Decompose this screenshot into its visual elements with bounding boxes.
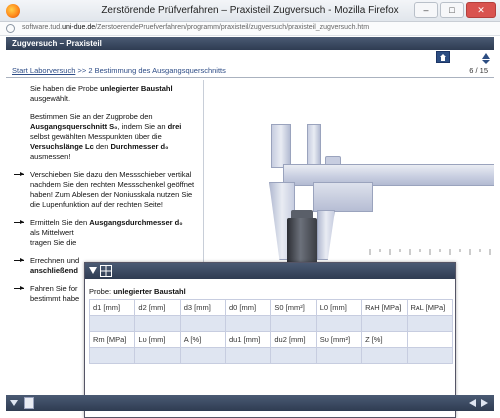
- input-du1[interactable]: [224, 347, 272, 364]
- table-input-row: [88, 347, 454, 364]
- panel-header: [85, 263, 455, 279]
- col-du2: du2 [mm]: [270, 331, 317, 348]
- calculator-icon[interactable]: [24, 397, 34, 409]
- breadcrumb-current: 2 Bestimmung des Ausgangsquerschnitts: [88, 66, 226, 75]
- scroll-up-icon[interactable]: [482, 53, 490, 59]
- home-icon[interactable]: [436, 51, 450, 63]
- table-header-row: d1 [mm] d2 [mm] d3 [mm] d0 [mm] S0 [mm²]…: [88, 299, 454, 316]
- url-text[interactable]: software.tud.uni-due.de/ZerstoerendePrue…: [22, 24, 369, 31]
- col-du1: du1 [mm]: [224, 331, 272, 348]
- task-paragraph: Bestimmen Sie an der Zugprobe den Ausgan…: [30, 112, 182, 161]
- window-controls: – □ ✕: [414, 2, 496, 18]
- table-input-row: [88, 315, 454, 332]
- page-counter: 6 / 15: [469, 66, 488, 75]
- col-l0: L0 [mm]: [315, 299, 363, 316]
- globe-icon: [6, 24, 15, 33]
- col-s0: S0 [mm²]: [270, 299, 317, 316]
- collapse-icon[interactable]: [89, 267, 97, 274]
- input-su[interactable]: [315, 347, 363, 364]
- col-reh: RᴀH [MPa]: [361, 299, 408, 316]
- toggle-panel-icon[interactable]: [10, 400, 18, 406]
- input-du2[interactable]: [270, 347, 317, 364]
- previous-page-icon[interactable]: [469, 399, 476, 407]
- input-d3[interactable]: [179, 315, 227, 332]
- caliper-vernier-slide[interactable]: [313, 182, 373, 212]
- instruction-item: Ermitteln Sie den Ausgangsdurchmesser d₀…: [10, 218, 200, 248]
- window-titlebar: Zerstörende Prüfverfahren – Praxisteil Z…: [0, 0, 500, 22]
- input-d1[interactable]: [88, 315, 136, 332]
- col-lu: Lᴜ [mm]: [134, 331, 181, 348]
- measurement-table: d1 [mm] d2 [mm] d3 [mm] d0 [mm] S0 [mm²]…: [88, 299, 454, 364]
- app-header: Zugversuch – Praxisteil: [6, 37, 494, 50]
- col-a: A [%]: [179, 331, 227, 348]
- input-rel[interactable]: [406, 315, 454, 332]
- col-z: Z [%]: [361, 331, 408, 348]
- input-l0[interactable]: [315, 315, 363, 332]
- toolbar: [6, 50, 494, 64]
- col-d2: d2 [mm]: [134, 299, 181, 316]
- input-z[interactable]: [361, 347, 408, 364]
- scale-ticks: [369, 249, 491, 255]
- close-button[interactable]: ✕: [466, 2, 496, 18]
- input-rm[interactable]: [88, 347, 136, 364]
- col-d3: d3 [mm]: [179, 299, 227, 316]
- table-header-row: Rm [MPa] Lᴜ [mm] A [%] du1 [mm] du2 [mm]…: [88, 331, 454, 348]
- input-a[interactable]: [179, 347, 227, 364]
- caliper-upper-jaw-fixed: [271, 124, 291, 168]
- caliper-lower-jaw-movable[interactable]: [317, 210, 335, 260]
- col-rel: RᴀL [MPa]: [406, 299, 454, 316]
- bottom-toolbar: [6, 395, 494, 411]
- url-bar[interactable]: software.tud.uni-due.de/ZerstoerendePrue…: [0, 22, 500, 36]
- table-icon[interactable]: [100, 265, 112, 277]
- instruction-item: Verschieben Sie dazu den Messschieber ve…: [10, 170, 200, 210]
- scroll-down-icon[interactable]: [482, 60, 490, 64]
- input-s0[interactable]: [270, 315, 317, 332]
- caliper-upper-jaw-movable[interactable]: [307, 124, 321, 168]
- divider: [6, 77, 494, 78]
- input-d2[interactable]: [134, 315, 181, 332]
- next-page-icon[interactable]: [481, 399, 488, 407]
- input-reh[interactable]: [361, 315, 408, 332]
- probe-label: Probe: unlegierter Baustahl: [89, 287, 186, 296]
- tensile-specimen: [287, 218, 317, 268]
- input-empty: [406, 347, 454, 364]
- col-d0: d0 [mm]: [224, 299, 272, 316]
- breadcrumb: Start Laborversuch >> 2 Bestimmung des A…: [12, 66, 226, 75]
- minimize-button[interactable]: –: [414, 2, 438, 18]
- breadcrumb-start-link[interactable]: Start Laborversuch: [12, 66, 75, 75]
- col-su: Sᴜ [mm²]: [315, 331, 363, 348]
- input-d0[interactable]: [224, 315, 272, 332]
- col-rm: Rm [MPa]: [88, 331, 136, 348]
- breadcrumb-separator: >>: [75, 66, 89, 75]
- intro-paragraph: Sie haben die Probe unlegierter Baustahl…: [30, 84, 173, 103]
- maximize-button[interactable]: □: [440, 2, 464, 18]
- col-empty: [406, 331, 454, 348]
- col-d1: d1 [mm]: [88, 299, 136, 316]
- input-lu[interactable]: [134, 347, 181, 364]
